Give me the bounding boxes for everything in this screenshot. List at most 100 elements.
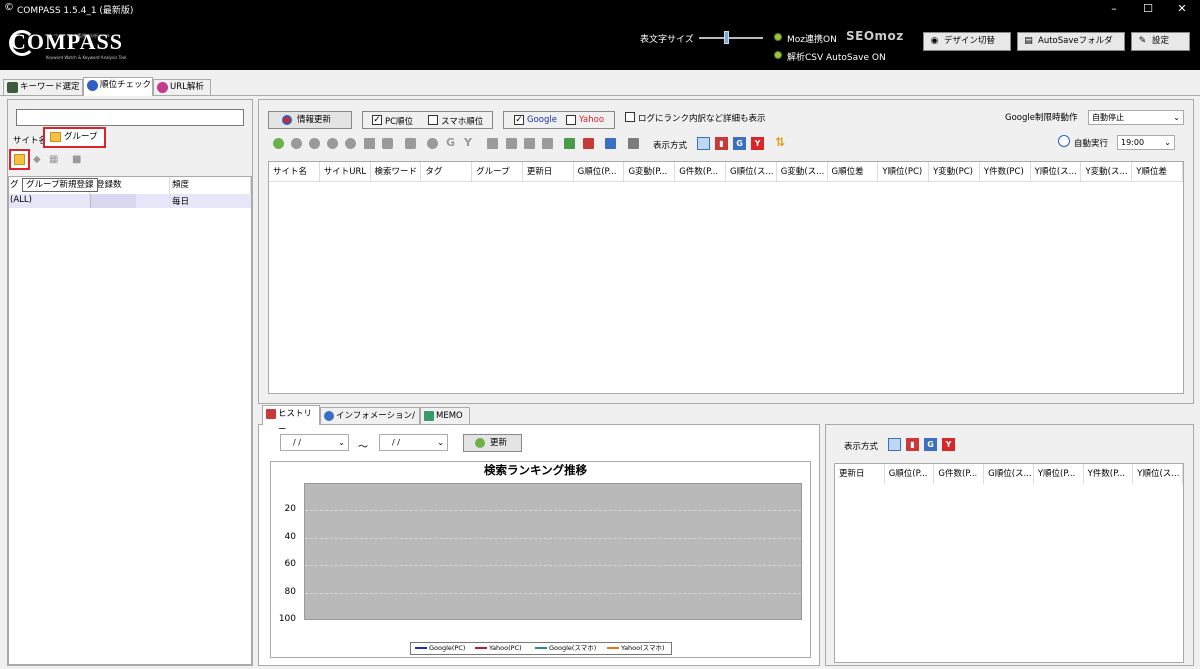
column-header[interactable]: グループ <box>472 162 523 182</box>
globe-icon[interactable] <box>427 138 438 149</box>
column-header[interactable]: タグ <box>421 162 473 182</box>
chart-plot-area <box>304 483 802 620</box>
tab-group[interactable]: グループ <box>43 127 106 148</box>
doc-icon[interactable] <box>506 138 517 149</box>
autosave-folder-button[interactable]: ▤ AutoSaveフォルダ <box>1017 32 1125 51</box>
google-icon[interactable]: G <box>446 136 455 149</box>
column-header[interactable]: サイト名 <box>269 162 320 182</box>
column-header[interactable]: Y順位(PC) <box>878 162 930 182</box>
column-header-frequency[interactable]: 頻度 <box>172 177 251 194</box>
legend-marker <box>415 647 427 649</box>
column-header[interactable]: Y件数(PC) <box>980 162 1031 182</box>
column-header[interactable]: Y順位差 <box>1132 162 1183 182</box>
detail-log-checkbox[interactable] <box>625 112 635 122</box>
tab-rank-check[interactable]: 順位チェック <box>83 77 153 96</box>
edit-icon[interactable] <box>291 138 302 149</box>
tab-memo[interactable]: MEMO <box>420 407 470 424</box>
table-view-icon[interactable] <box>697 137 710 150</box>
all-view-icon[interactable]: ▮ <box>906 438 919 451</box>
eye-icon: ◉ <box>930 36 939 46</box>
tab-keyword-selection[interactable]: キーワード選定 <box>3 79 83 95</box>
google-view-icon[interactable]: G <box>733 137 746 150</box>
circle-icon[interactable] <box>309 138 320 149</box>
google-checkbox[interactable]: ✓ <box>514 115 524 125</box>
yahoo-view-icon[interactable]: Y <box>942 438 955 451</box>
display-mode-label: 表示方式 <box>844 442 879 452</box>
date-from-picker[interactable]: / / ⌄ <box>280 434 349 451</box>
delete-group-icon[interactable]: ■ <box>72 154 83 165</box>
tab-information-log[interactable]: インフォメーション/ログ <box>320 407 420 437</box>
font-size-slider[interactable] <box>699 37 763 39</box>
column-header[interactable]: サイトURL <box>320 162 371 182</box>
sp-rank-checkbox[interactable] <box>428 115 438 125</box>
add-icon[interactable] <box>273 138 284 149</box>
column-header[interactable]: G順位(P... <box>574 162 625 182</box>
column-header[interactable]: 検索ワード <box>371 162 422 182</box>
column-header[interactable]: 更新日 <box>523 162 574 182</box>
users-icon[interactable] <box>524 138 535 149</box>
google-limit-select[interactable]: 自動停止 ⌄ <box>1088 110 1184 125</box>
edit-group-icon[interactable]: ◆ <box>33 154 44 165</box>
report-icon[interactable] <box>605 138 616 149</box>
column-header[interactable]: Y変動(ス... <box>1081 162 1133 182</box>
design-switch-button[interactable]: ◉ デザイン切替 <box>923 32 1011 51</box>
column-header[interactable]: G順位(P... <box>885 464 935 484</box>
column-header-count[interactable]: 登録数 <box>90 177 170 194</box>
google-view-icon[interactable]: G <box>924 438 937 451</box>
moz-status: Moz連携ON <box>787 35 837 45</box>
grid-icon[interactable] <box>364 138 375 149</box>
legend-item: Yahoo(PC) <box>475 643 522 654</box>
column-header[interactable]: G変動(P... <box>624 162 676 182</box>
table-view-icon[interactable] <box>888 438 901 451</box>
logo-tagline: キーワードランク監視・分析ツール <box>46 33 110 38</box>
column-header[interactable]: G件数(P... <box>934 464 985 484</box>
tag-icon[interactable] <box>405 138 416 149</box>
column-header[interactable]: G件数(P... <box>675 162 726 182</box>
key-icon[interactable] <box>628 138 639 149</box>
chart-icon[interactable] <box>487 138 498 149</box>
tab-history[interactable]: ヒストリー <box>262 405 320 435</box>
info-icon[interactable] <box>345 138 356 149</box>
column-header[interactable]: G順位(ス... <box>726 162 777 182</box>
all-view-icon[interactable]: ▮ <box>715 137 728 150</box>
column-header[interactable]: G順位差 <box>828 162 879 182</box>
csv-import-icon[interactable] <box>564 138 575 149</box>
legend-marker <box>607 647 619 649</box>
pc-rank-checkbox[interactable]: ✓ <box>372 115 382 125</box>
grid-icon[interactable]: ▦ <box>49 154 60 165</box>
update-info-button[interactable]: 情報更新 <box>268 111 352 129</box>
auto-run-time-select[interactable]: 19:00 ⌄ <box>1117 135 1175 150</box>
history-update-button[interactable]: 更新 <box>463 434 522 452</box>
column-header[interactable]: G変動(ス... <box>777 162 828 182</box>
sort-icon[interactable]: ⇅ <box>775 135 785 149</box>
add-group-button[interactable] <box>9 149 30 170</box>
column-header[interactable]: Y変動(PC) <box>929 162 980 182</box>
folder-icon[interactable] <box>382 138 393 149</box>
date-to-value: / / <box>392 438 400 447</box>
tab-site-name[interactable]: サイト名 <box>13 134 47 146</box>
column-header[interactable]: Y件数(P... <box>1084 464 1134 484</box>
folder-icon: ▤ <box>1024 36 1033 46</box>
date-to-picker[interactable]: / / ⌄ <box>379 434 448 451</box>
auto-run-label: 自動実行 <box>1074 139 1109 149</box>
column-header[interactable]: 更新日 <box>835 464 885 484</box>
doc-icon[interactable] <box>542 138 553 149</box>
row-count <box>90 194 136 208</box>
maximize-button[interactable]: ☐ <box>1133 1 1163 17</box>
column-header[interactable]: Y順位(P... <box>1034 464 1084 484</box>
csv-export-icon[interactable] <box>583 138 594 149</box>
minimize-button[interactable]: – <box>1099 1 1129 17</box>
yahoo-view-icon[interactable]: Y <box>751 137 764 150</box>
folder-icon <box>50 132 61 142</box>
tab-url-analysis[interactable]: URL解析 <box>153 79 211 95</box>
column-header[interactable]: Y順位(ス... <box>1133 464 1183 484</box>
close-button[interactable]: ✕ <box>1167 1 1197 17</box>
column-header[interactable]: Y順位(ス... <box>1031 162 1082 182</box>
font-size-slider-thumb[interactable] <box>724 31 729 44</box>
column-header[interactable]: G順位(ス... <box>984 464 1034 484</box>
yahoo-icon[interactable]: Y <box>464 136 472 149</box>
yahoo-checkbox[interactable] <box>566 115 576 125</box>
circle-icon[interactable] <box>327 138 338 149</box>
left-search-input[interactable] <box>16 109 244 126</box>
settings-button[interactable]: ✎ 設定 <box>1131 32 1190 51</box>
